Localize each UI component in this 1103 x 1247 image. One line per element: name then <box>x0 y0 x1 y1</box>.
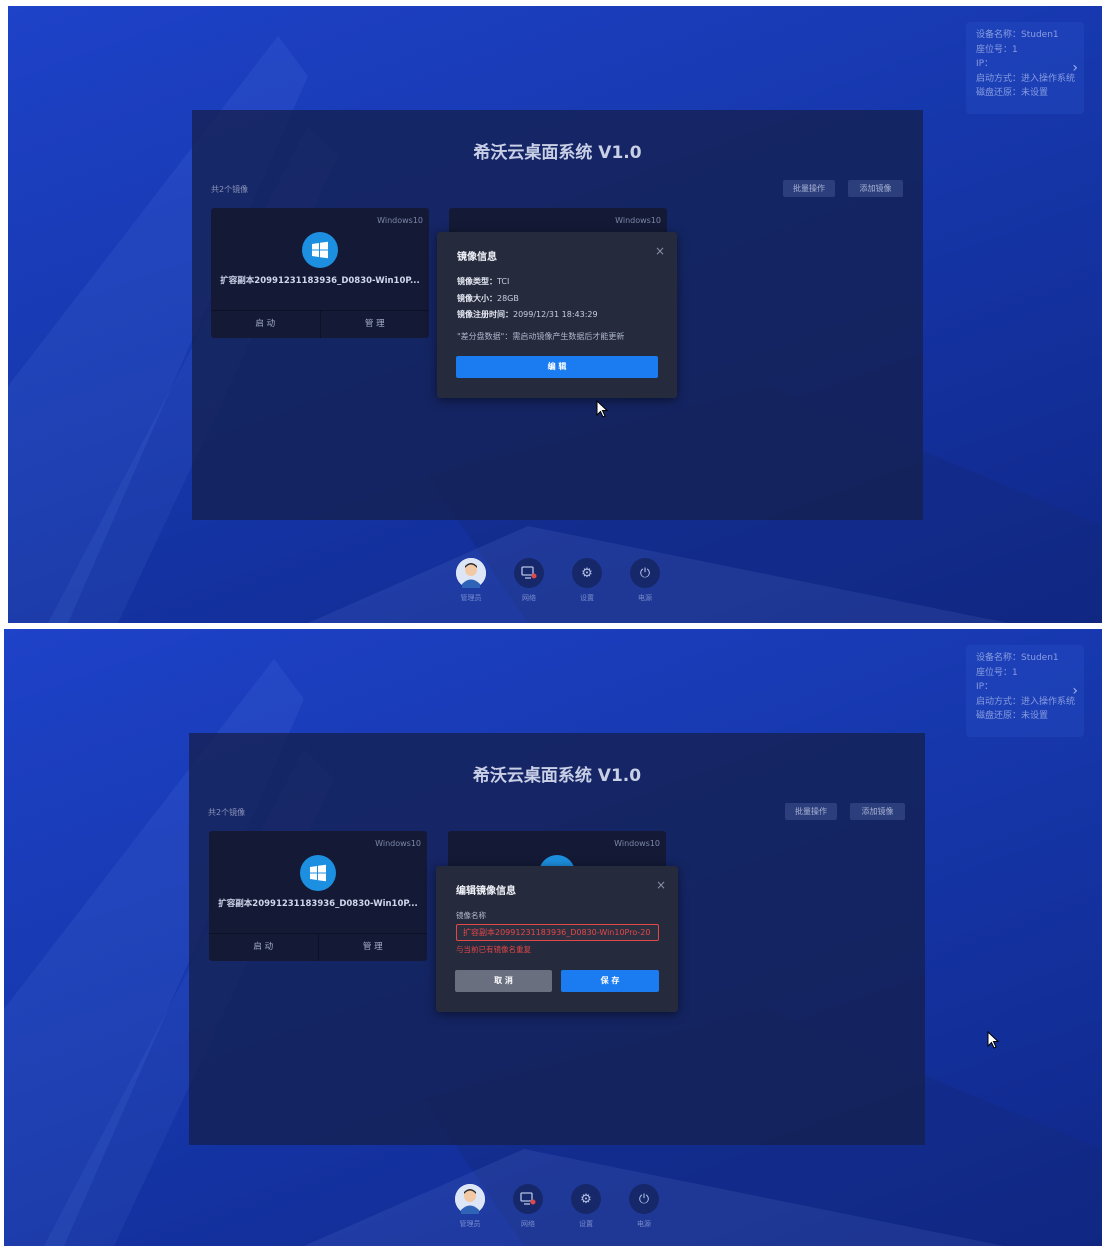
card-actions: 启 动 管 理 <box>211 310 429 338</box>
image-size-value: 28GB <box>497 294 519 303</box>
add-image-button[interactable]: 添加镜像 <box>848 180 903 197</box>
add-image-button[interactable]: 添加镜像 <box>850 803 905 820</box>
dock-label: 管理员 <box>459 1220 481 1228</box>
windows-logo-icon <box>300 855 336 891</box>
device-info-line: 设备名称：Studen1 <box>976 653 1059 663</box>
dock-label: 设置 <box>579 1220 593 1228</box>
register-time-label: 镜像注册时间： <box>457 310 513 319</box>
dialog-title: 编辑镜像信息 <box>456 886 516 897</box>
dock-item-network[interactable]: 网络 <box>513 558 545 603</box>
dock-item-settings[interactable]: ⚙ 设置 <box>571 558 603 603</box>
dock-item-power[interactable]: ⏻ 电源 <box>629 558 661 603</box>
windows-logo-icon <box>302 232 338 268</box>
dock-label: 网络 <box>522 594 536 602</box>
close-icon[interactable]: × <box>655 244 665 258</box>
dock-item-settings[interactable]: ⚙ 设置 <box>570 1184 602 1229</box>
dock-label: 电源 <box>637 1220 651 1228</box>
screenshot-top: 设备名称：Studen1 座位号：1 IP： 启动方式：进入操作系统 磁盘还原：… <box>8 6 1102 623</box>
edit-image-dialog: 编辑镜像信息 × 镜像名称 扩容副本20991231183936_D0830-W… <box>436 866 678 1012</box>
main-panel: 希沃云桌面系统 V1.0 共2个镜像 批量操作 添加镜像 Windows10 扩… <box>192 110 923 520</box>
image-count: 共2个镜像 <box>211 185 249 194</box>
start-button[interactable]: 启 动 <box>211 311 320 338</box>
register-time-row: 镜像注册时间：2099/12/31 18:43:29 <box>457 309 598 320</box>
manage-button[interactable]: 管 理 <box>317 934 428 961</box>
page-title: 希沃云桌面系统 V1.0 <box>472 766 642 786</box>
image-size-label: 镜像大小： <box>457 294 497 303</box>
image-type-label: 镜像类型： <box>457 277 497 286</box>
admin-avatar-icon[interactable] <box>455 1184 485 1214</box>
dialog-title: 镜像信息 <box>457 252 497 263</box>
page-title: 希沃云桌面系统 V1.0 <box>473 143 642 163</box>
device-info-line: 启动方式：进入操作系统 <box>976 73 1076 84</box>
dock-label: 设置 <box>580 594 594 602</box>
admin-avatar-icon[interactable] <box>456 558 486 588</box>
device-info-line: 磁盘还原：未设置 <box>976 88 1049 98</box>
os-tag: Windows10 <box>377 216 423 225</box>
image-card[interactable]: Windows10 扩容副本20991231183936_D0830-Win10… <box>209 831 427 961</box>
image-name: 扩容副本20991231183936_D0830-Win10P... <box>220 276 420 286</box>
register-time-value: 2099/12/31 18:43:29 <box>513 310 598 319</box>
chevron-right-icon[interactable]: › <box>1072 60 1078 76</box>
device-info-line: IP： <box>976 682 994 692</box>
start-button[interactable]: 启 动 <box>209 934 318 961</box>
edit-button[interactable]: 编 辑 <box>456 356 658 378</box>
close-icon[interactable]: × <box>656 878 666 892</box>
image-name: 扩容副本20991231183936_D0830-Win10P... <box>218 899 418 909</box>
os-tag: Windows10 <box>614 839 660 848</box>
mouse-cursor-icon <box>596 400 609 418</box>
device-info-line: 磁盘还原：未设置 <box>976 711 1049 721</box>
cancel-button[interactable]: 取 消 <box>455 970 552 992</box>
screenshot-bottom: 设备名称：Studen1 座位号：1 IP： 启动方式：进入操作系统 磁盘还原：… <box>4 629 1102 1246</box>
dock-label: 网络 <box>521 1220 535 1228</box>
settings-gear-icon[interactable]: ⚙ <box>571 1184 601 1214</box>
image-count: 共2个镜像 <box>208 808 246 817</box>
save-button[interactable]: 保 存 <box>561 970 659 992</box>
device-info-line: 设备名称：Studen1 <box>976 30 1059 40</box>
batch-operation-button[interactable]: 批量操作 <box>785 803 837 820</box>
dock-item-network[interactable]: 网络 <box>512 1184 544 1229</box>
bottom-dock: 管理员 网络 ⚙ 设置 ⏻ 电源 <box>455 558 661 603</box>
os-tag: Windows10 <box>615 216 661 225</box>
dock-label: 电源 <box>638 594 652 602</box>
diff-disk-note: "差分盘数据"：需启动镜像产生数据后才能更新 <box>457 332 625 341</box>
dock-label: 管理员 <box>460 594 482 602</box>
network-icon[interactable] <box>513 1184 543 1214</box>
image-card[interactable]: Windows10 扩容副本20991231183936_D0830-Win10… <box>211 208 429 338</box>
device-info-panel[interactable]: 设备名称：Studen1 座位号：1 IP： 启动方式：进入操作系统 磁盘还原：… <box>966 645 1084 737</box>
duplicate-name-error: 与当前已有镜像名重复 <box>456 945 531 954</box>
device-info-line: 座位号：1 <box>976 44 1018 55</box>
image-size-row: 镜像大小：28GB <box>457 293 519 304</box>
image-info-dialog: 镜像信息 × 镜像类型：TCI 镜像大小：28GB 镜像注册时间：2099/12… <box>437 232 677 398</box>
network-icon[interactable] <box>514 558 544 588</box>
settings-gear-icon[interactable]: ⚙ <box>572 558 602 588</box>
image-type-row: 镜像类型：TCI <box>457 276 509 287</box>
dock-item-admin[interactable]: 管理员 <box>454 1184 486 1229</box>
device-info-line: 启动方式：进入操作系统 <box>976 696 1076 707</box>
device-info-line: 座位号：1 <box>976 667 1018 678</box>
image-name-label: 镜像名称 <box>456 911 486 920</box>
device-info-line: IP： <box>976 59 994 69</box>
manage-button[interactable]: 管 理 <box>319 311 430 338</box>
chevron-right-icon[interactable]: › <box>1072 683 1078 699</box>
main-panel: 希沃云桌面系统 V1.0 共2个镜像 批量操作 添加镜像 Windows10 扩… <box>189 733 925 1145</box>
power-icon[interactable]: ⏻ <box>629 1184 659 1214</box>
mouse-cursor-icon <box>987 1031 1000 1049</box>
bottom-dock: 管理员 网络 ⚙ 设置 ⏻ 电源 <box>454 1184 660 1229</box>
batch-operation-button[interactable]: 批量操作 <box>783 180 835 197</box>
device-info-panel[interactable]: 设备名称：Studen1 座位号：1 IP： 启动方式：进入操作系统 磁盘还原：… <box>966 22 1084 114</box>
dock-item-admin[interactable]: 管理员 <box>455 558 487 603</box>
os-tag: Windows10 <box>375 839 421 848</box>
power-icon[interactable]: ⏻ <box>630 558 660 588</box>
dock-item-power[interactable]: ⏻ 电源 <box>628 1184 660 1229</box>
image-name-input[interactable]: 扩容副本20991231183936_D0830-Win10Pro-20 <box>456 924 659 941</box>
card-actions: 启 动 管 理 <box>209 933 427 961</box>
image-type-value: TCI <box>497 277 510 286</box>
